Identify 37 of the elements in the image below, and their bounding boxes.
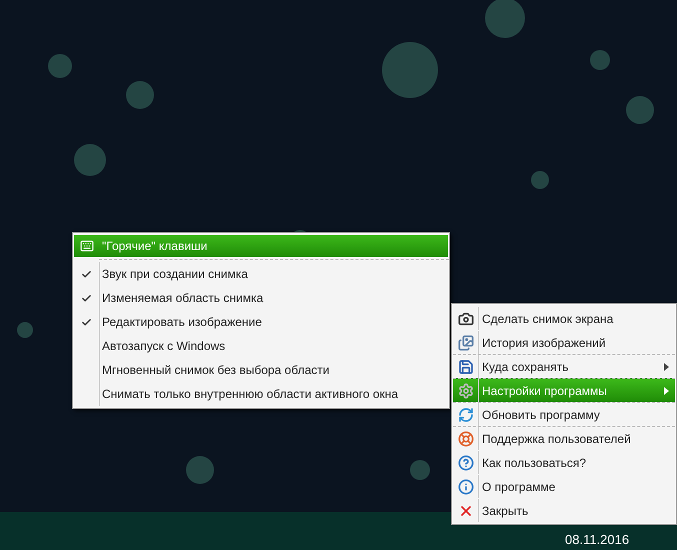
- checkmark-icon: [81, 292, 92, 304]
- menu-item[interactable]: Снимать только внутреннюю области активного окна: [74, 382, 448, 406]
- keyboard-icon: [80, 239, 94, 253]
- menu-item[interactable]: О программе: [453, 474, 675, 498]
- checkmark-icon: [81, 268, 92, 280]
- submenu-arrow-icon: [664, 386, 669, 394]
- info-icon: [458, 478, 474, 494]
- menu-item[interactable]: Обновить программу: [453, 402, 675, 426]
- bokeh-circle: [186, 456, 214, 484]
- bokeh-circle: [126, 81, 154, 109]
- menu-item[interactable]: Сделать снимок экрана: [453, 306, 675, 330]
- refresh-icon: [458, 406, 474, 422]
- pictures-icon: [458, 334, 474, 350]
- help-icon: [458, 454, 474, 470]
- bokeh-circle: [382, 42, 438, 98]
- bokeh-circle: [626, 96, 654, 124]
- settings-icon: [458, 382, 474, 398]
- bokeh-circle: [74, 144, 106, 176]
- menu-item[interactable]: Редактировать изображение: [74, 310, 448, 334]
- submenu-arrow-icon: [664, 362, 669, 370]
- menu-item[interactable]: Поддержка пользователей: [453, 426, 675, 450]
- menu-item[interactable]: Как пользоваться?: [453, 450, 675, 474]
- lifebuoy-icon: [458, 430, 474, 446]
- bokeh-circle: [410, 460, 430, 480]
- checkmark-icon: [81, 316, 92, 328]
- menu-item[interactable]: Звук при создании снимка: [74, 262, 448, 286]
- menu-item[interactable]: Изменяемая область снимка: [74, 286, 448, 310]
- menu-item[interactable]: История изображений: [453, 330, 675, 354]
- camera-icon: [458, 310, 474, 326]
- bokeh-circle: [48, 54, 72, 78]
- bokeh-circle: [531, 171, 549, 189]
- taskbar-date: 08.11.2016: [565, 531, 630, 549]
- bokeh-circle: [590, 50, 610, 70]
- menu-item[interactable]: Мгновенный снимок без выбора области: [74, 358, 448, 382]
- menu-item[interactable]: Закрыть: [453, 498, 675, 522]
- bokeh-circle: [17, 322, 33, 338]
- menu-item[interactable]: Автозапуск с Windows: [74, 334, 448, 358]
